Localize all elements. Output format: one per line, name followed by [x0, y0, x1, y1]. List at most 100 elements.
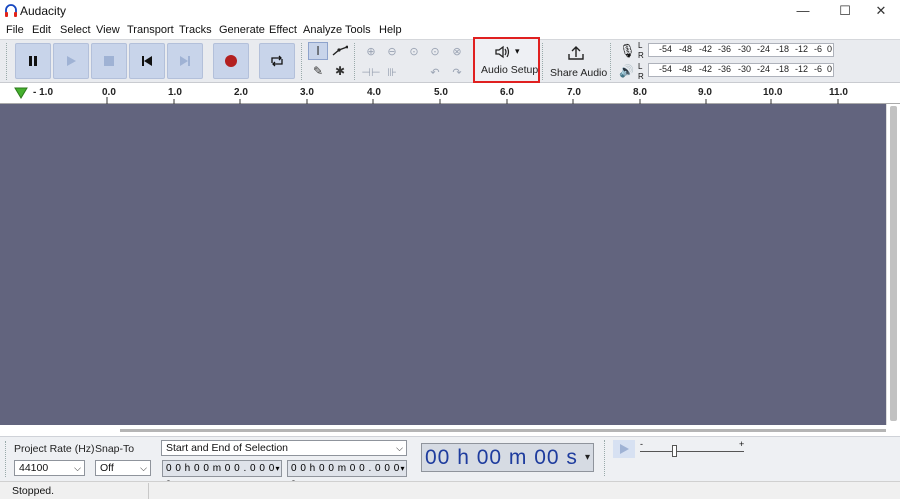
pause-button[interactable]: [15, 43, 51, 79]
share-audio-label: Share Audio: [550, 67, 608, 79]
playback-meter[interactable]: -54 -48 -42 -36 -30 -24 -18 -12 -6 0: [648, 63, 834, 77]
horizontal-scroll-thumb[interactable]: [120, 429, 886, 432]
stop-icon: [104, 56, 114, 66]
speaker-icon[interactable]: 🔊: [619, 64, 634, 78]
loop-button[interactable]: [259, 43, 295, 79]
project-rate-label: Project Rate (Hz): [14, 443, 95, 455]
edit-grip[interactable]: [354, 43, 360, 80]
status-divider: [148, 483, 149, 499]
envelope-tool-button[interactable]: [330, 42, 350, 60]
menu-select[interactable]: Select: [60, 24, 91, 36]
stop-button[interactable]: [91, 43, 127, 79]
fit-project-icon: ⊙: [430, 45, 440, 58]
vertical-scrollbar[interactable]: [886, 104, 900, 425]
meter-tick: -42: [699, 64, 713, 74]
tools-grip[interactable]: [301, 43, 307, 80]
project-rate-value: 44100: [19, 462, 49, 474]
menu-file[interactable]: File: [6, 24, 24, 36]
meter-tick: -54: [659, 64, 673, 74]
time-format-arrow-icon[interactable]: ▾: [585, 444, 591, 471]
selection-grip[interactable]: [5, 441, 11, 477]
menu-analyze[interactable]: Analyze: [303, 24, 342, 36]
menu-transport[interactable]: Transport: [127, 24, 174, 36]
snap-to-label: Snap-To: [95, 443, 135, 455]
close-button[interactable]: ✕: [862, 0, 900, 22]
toolbar-grip[interactable]: [6, 43, 12, 80]
audio-position-time[interactable]: 00 h 00 m 00 s ▾: [421, 443, 594, 472]
menu-help[interactable]: Help: [379, 24, 402, 36]
selection-mode-select[interactable]: Start and End of Selection ⌵: [161, 440, 407, 456]
record-button[interactable]: [213, 43, 249, 79]
playback-speed-slider[interactable]: - +: [640, 439, 750, 461]
redo-button[interactable]: ↷: [447, 63, 467, 81]
speaker-icon: [495, 45, 510, 59]
fit-selection-button[interactable]: ⊙: [404, 42, 424, 60]
time-format-arrow-icon[interactable]: ▾: [400, 461, 405, 476]
skip-to-end-button[interactable]: [167, 43, 203, 79]
chevron-down-icon: ⌵: [74, 463, 81, 473]
undo-button[interactable]: ↶: [425, 63, 445, 81]
track-area[interactable]: [0, 104, 886, 425]
meter-tick: -30: [738, 64, 752, 74]
menu-tools[interactable]: Tools: [345, 24, 371, 36]
fit-project-button[interactable]: ⊙: [425, 42, 445, 60]
microphone-icon[interactable]: 🎙: [619, 43, 636, 59]
title-bar: Audacity — ☐ ✕: [0, 0, 900, 22]
meter-tick: -48: [679, 64, 693, 74]
audacity-logo-icon: [5, 4, 17, 17]
silence-audio-button[interactable]: ⊪: [382, 63, 402, 81]
record-meter[interactable]: -54 -48 -42 -36 -30 -24 -18 -12 -6 0: [648, 43, 834, 57]
meter-tick: -12: [795, 44, 809, 54]
menu-effect[interactable]: Effect: [269, 24, 297, 36]
audio-setup-button[interactable]: ▾ Audio Setup: [473, 37, 540, 83]
draw-tool-button[interactable]: ✎: [308, 62, 328, 80]
vertical-scroll-thumb[interactable]: [890, 106, 897, 421]
selection-end-time[interactable]: 0 0 h 0 0 m 0 0 . 0 0 0 s▾: [287, 460, 407, 489]
record-meter-l: L: [638, 41, 643, 50]
play-button[interactable]: [53, 43, 89, 79]
selection-tool-button[interactable]: Ⅰ: [308, 42, 328, 60]
trim-audio-button[interactable]: ⊣⊢: [361, 63, 381, 81]
timeline-ruler[interactable]: - 1.0 0.0 1.0 2.0 3.0 4.0 5.0 6.0 7.0 8.…: [0, 84, 900, 104]
zoom-in-icon: ⊕: [366, 45, 376, 58]
play-at-speed-button[interactable]: [613, 440, 635, 458]
meter-tick: -48: [679, 44, 693, 54]
text-cursor-icon: Ⅰ: [316, 44, 320, 58]
selection-start-time[interactable]: 0 0 h 0 0 m 0 0 . 0 0 0 s▾: [162, 460, 282, 489]
meter-tick: -6: [814, 64, 823, 74]
meter-tick: -18: [776, 44, 790, 54]
zoom-toggle-button[interactable]: ⊗: [447, 42, 467, 60]
meter-tick: -24: [757, 44, 771, 54]
edit-toolbar: ⊕ ⊖ ⊙ ⊙ ⊗ ⊣⊢ ⊪ ↶ ↷: [361, 42, 469, 82]
toolbar: Ⅰ ✎ ✱ ⊕ ⊖ ⊙ ⊙ ⊗ ⊣⊢ ⊪ ↶ ↷ Share Audio 🎙 🔊…: [0, 39, 900, 83]
asterisk-icon: ✱: [334, 64, 346, 78]
menu-edit[interactable]: Edit: [32, 24, 51, 36]
meter-tick: 0: [827, 44, 833, 54]
multi-tool-button[interactable]: ✱: [330, 62, 350, 80]
audio-setup-label: Audio Setup: [481, 64, 539, 76]
zoom-out-button[interactable]: ⊖: [382, 42, 402, 60]
snap-to-value: Off: [100, 462, 114, 474]
skip-to-start-button[interactable]: [129, 43, 165, 79]
time-format-arrow-icon[interactable]: ▾: [275, 461, 280, 476]
chevron-down-icon: ▾: [515, 46, 520, 56]
maximize-button[interactable]: ☐: [826, 0, 864, 22]
play-at-speed-grip[interactable]: [604, 440, 610, 476]
meter-tick: -54: [659, 44, 673, 54]
meter-tick: -12: [795, 64, 809, 74]
share-audio-button[interactable]: Share Audio: [548, 42, 608, 82]
meter-tick: -18: [776, 64, 790, 74]
loop-icon: [271, 55, 283, 67]
menu-view[interactable]: View: [96, 24, 120, 36]
snap-to-select[interactable]: Off ⌵: [95, 460, 151, 476]
ruler-minor-ticks: [106, 97, 839, 104]
undo-icon: ↶: [430, 66, 440, 79]
zoom-in-button[interactable]: ⊕: [361, 42, 381, 60]
menu-tracks[interactable]: Tracks: [179, 24, 212, 36]
project-rate-select[interactable]: 44100 ⌵: [14, 460, 85, 476]
menu-generate[interactable]: Generate: [219, 24, 265, 36]
slider-thumb[interactable]: [672, 445, 677, 457]
minimize-button[interactable]: —: [784, 0, 822, 22]
meter-grip[interactable]: [610, 43, 616, 80]
horizontal-scrollbar[interactable]: [0, 425, 900, 436]
